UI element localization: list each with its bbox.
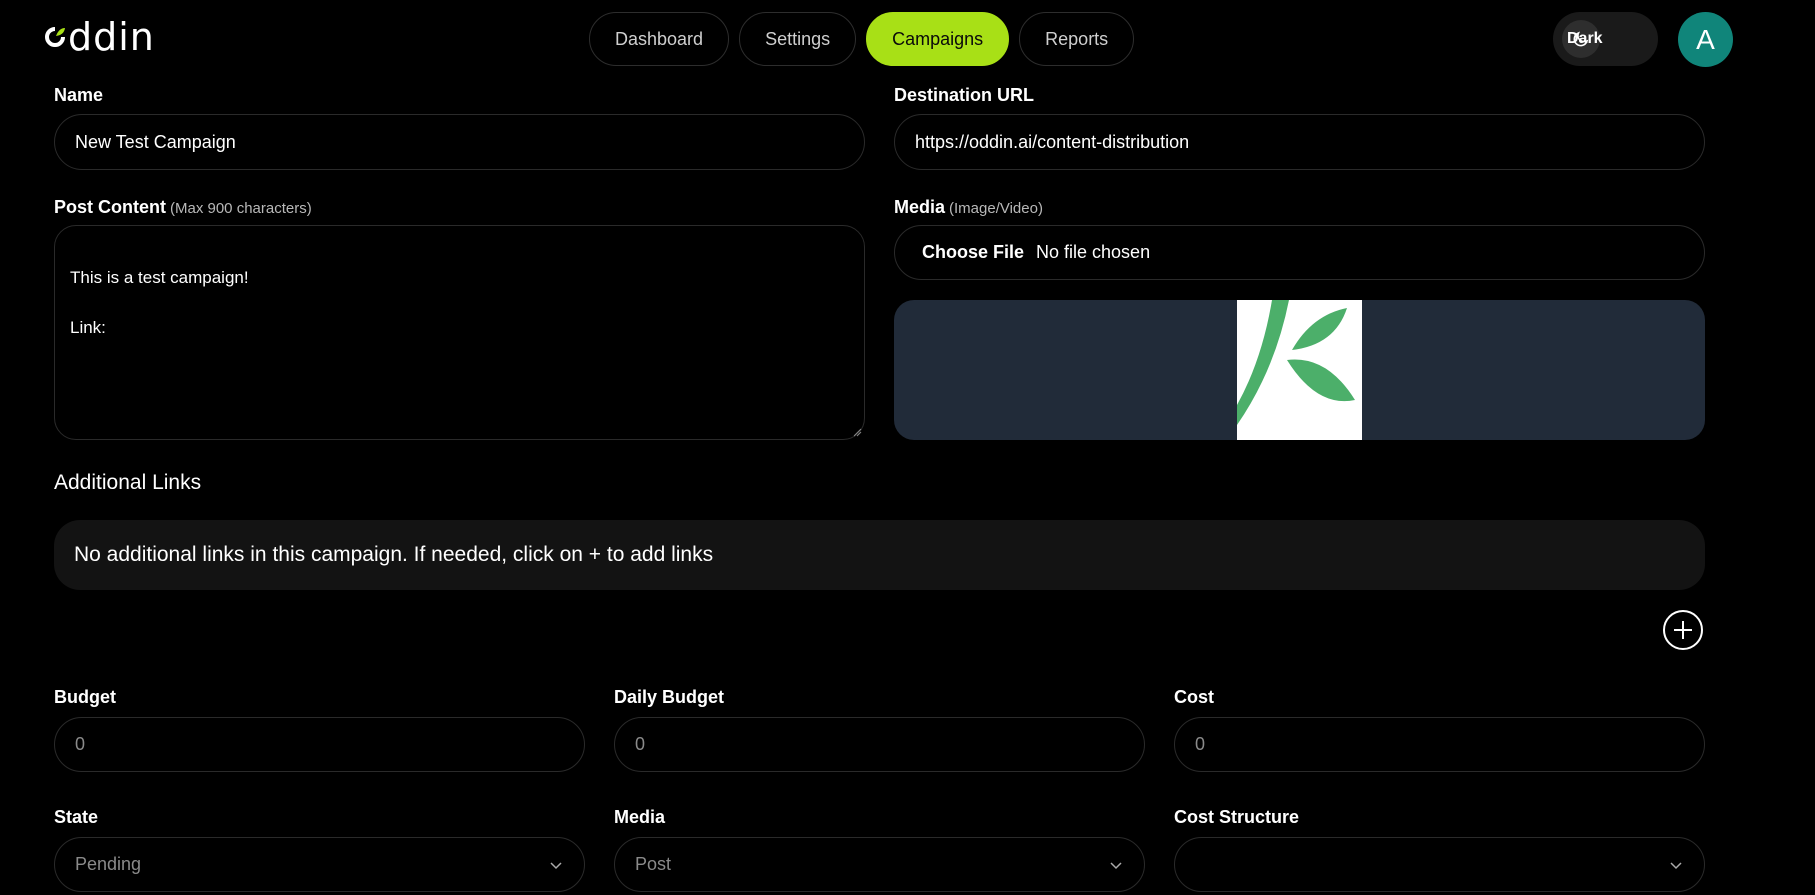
- cost-label: Cost: [1174, 687, 1214, 707]
- media-preview: [894, 300, 1705, 440]
- preview-image: [1237, 300, 1362, 440]
- cost-input[interactable]: 0: [1174, 717, 1705, 772]
- budget-label: Budget: [54, 687, 116, 707]
- post-content-text: This is a test campaign! Link:: [70, 268, 249, 337]
- state-value: Pending: [75, 854, 142, 874]
- logo-text: ddin: [68, 15, 155, 59]
- chevron-down-icon: [1110, 861, 1122, 869]
- state-select[interactable]: Pending: [54, 837, 585, 892]
- media-type-select[interactable]: Post: [614, 837, 1145, 892]
- top-header: ddin Dashboard Settings Campaigns Report…: [0, 0, 1815, 82]
- plus-icon: [1674, 621, 1692, 639]
- leaf-logo-icon: [1237, 300, 1355, 425]
- resize-handle-icon[interactable]: [852, 427, 862, 437]
- main-nav: Dashboard Settings Campaigns Reports: [589, 12, 1135, 66]
- media-upload-hint: (Image/Video): [949, 200, 1043, 217]
- post-content-textarea[interactable]: This is a test campaign! Link:: [54, 225, 865, 440]
- name-label: Name: [54, 85, 104, 105]
- budget-input[interactable]: 0: [54, 717, 585, 772]
- name-input[interactable]: New Test Campaign: [54, 114, 865, 170]
- daily-budget-label: Daily Budget: [614, 687, 725, 707]
- brand-logo[interactable]: ddin: [44, 18, 155, 56]
- file-status: No file chosen: [1036, 242, 1151, 262]
- chevron-down-icon: [1670, 861, 1682, 869]
- cost-structure-label: Cost Structure: [1174, 807, 1300, 827]
- chevron-down-icon: [550, 861, 562, 869]
- theme-toggle[interactable]: Dark: [1553, 12, 1658, 66]
- logo-mark-icon: [45, 27, 65, 47]
- tab-reports[interactable]: Reports: [1019, 12, 1135, 66]
- media-file-input[interactable]: Choose File No file chosen: [894, 225, 1705, 280]
- media-type-label: Media: [614, 807, 666, 827]
- media-upload-label: Media (Image/Video): [894, 197, 1043, 217]
- post-content-label: Post Content (Max 900 characters): [54, 197, 312, 217]
- daily-budget-input[interactable]: 0: [614, 717, 1145, 772]
- post-content-hint: (Max 900 characters): [170, 200, 312, 217]
- tab-dashboard[interactable]: Dashboard: [589, 12, 730, 66]
- choose-file-button[interactable]: Choose File: [922, 242, 1024, 263]
- additional-links-empty-state: No additional links in this campaign. If…: [54, 520, 1705, 590]
- tab-campaigns[interactable]: Campaigns: [866, 12, 1010, 66]
- tab-settings[interactable]: Settings: [739, 12, 857, 66]
- cost-structure-select[interactable]: [1174, 837, 1705, 892]
- add-link-button[interactable]: [1663, 610, 1703, 650]
- state-label: State: [54, 807, 99, 827]
- user-avatar[interactable]: A: [1678, 12, 1733, 67]
- additional-links-title: Additional Links: [54, 471, 202, 494]
- destination-url-label: Destination URL: [894, 85, 1035, 105]
- destination-url-input[interactable]: https://oddin.ai/content-distribution: [894, 114, 1705, 170]
- media-type-value: Post: [635, 854, 672, 874]
- theme-label: Dark: [1567, 30, 1603, 47]
